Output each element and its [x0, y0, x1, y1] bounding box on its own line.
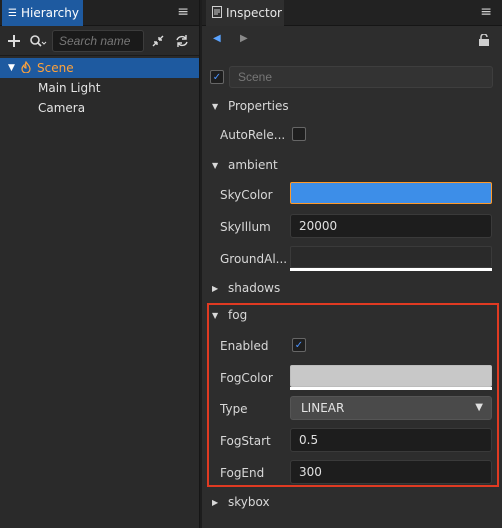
autorelease-checkbox[interactable] — [292, 127, 306, 141]
hierarchy-tabbar: ☰ Hierarchy ≡ — [0, 0, 199, 26]
inspector-tabbar: Inspector ≡ — [202, 0, 502, 26]
tree-item-label: Scene — [37, 61, 74, 75]
section-skybox[interactable]: ▶ skybox — [212, 492, 270, 512]
collapse-arrow-icon: ▼ — [212, 101, 219, 111]
lock-icon[interactable] — [478, 33, 490, 49]
section-title: ambient — [228, 158, 278, 172]
scene-name-field[interactable]: Scene — [229, 66, 493, 88]
scene-icon — [20, 60, 34, 76]
back-arrow-icon[interactable]: ◀ — [213, 33, 221, 44]
prop-groundalbedo: GroundAl... — [220, 246, 494, 272]
expand-arrow-icon[interactable]: ▼ — [8, 63, 18, 73]
tree-item-scene[interactable]: ▼ Scene — [0, 58, 199, 78]
groundalbedo-swatch[interactable] — [290, 246, 492, 268]
forward-arrow-icon[interactable]: ▶ — [240, 33, 248, 44]
tab-inspector[interactable]: Inspector — [206, 0, 284, 26]
tree-item-main-light[interactable]: Main Light — [0, 78, 199, 98]
scene-name-row: ✓ Scene — [210, 66, 494, 90]
section-properties[interactable]: ▼ Properties — [212, 96, 289, 116]
skycolor-label: SkyColor — [220, 188, 273, 202]
inspector-toolbar: ◀ ▶ — [202, 26, 502, 54]
prop-autorelease: AutoRele... — [220, 122, 494, 148]
section-title: shadows — [228, 281, 281, 295]
tab-hierarchy[interactable]: ☰ Hierarchy — [2, 0, 83, 26]
section-ambient[interactable]: ▼ ambient — [212, 155, 278, 175]
tree-item-label: Main Light — [38, 81, 101, 95]
groundalbedo-alpha-bar — [290, 268, 492, 271]
prop-skycolor: SkyColor — [220, 182, 494, 208]
inspector-tab-label: Inspector — [226, 6, 282, 20]
section-title: skybox — [228, 495, 270, 509]
section-title: Properties — [228, 99, 289, 113]
autorelease-label: AutoRele... — [220, 128, 286, 142]
expand-arrow-icon: ▶ — [212, 283, 219, 293]
collapse-arrow-icon: ▼ — [212, 160, 219, 170]
hierarchy-tree: ▼ Scene Main Light Camera — [0, 56, 199, 118]
collapse-icon[interactable] — [148, 31, 168, 51]
scene-active-checkbox[interactable]: ✓ — [210, 70, 224, 84]
skyillum-input[interactable]: 20000 — [290, 214, 492, 238]
search-icon[interactable] — [28, 31, 48, 51]
hierarchy-tab-icon: ☰ — [8, 7, 17, 19]
hierarchy-toolbar: Search name — [0, 26, 199, 56]
inspector-tab-icon — [212, 5, 222, 21]
search-input[interactable]: Search name — [52, 29, 144, 52]
skyillum-label: SkyIllum — [220, 220, 271, 234]
section-shadows[interactable]: ▶ shadows — [212, 278, 280, 298]
tree-item-camera[interactable]: Camera — [0, 98, 199, 118]
hamburger-menu-icon[interactable]: ≡ — [177, 4, 189, 20]
fog-highlight-box — [207, 303, 499, 487]
refresh-icon[interactable] — [172, 31, 192, 51]
tree-item-label: Camera — [38, 101, 86, 115]
hamburger-menu-icon[interactable]: ≡ — [480, 4, 492, 20]
prop-skyillum: SkyIllum 20000 — [220, 214, 494, 240]
plus-icon[interactable] — [4, 31, 24, 51]
skycolor-swatch[interactable] — [290, 182, 492, 204]
expand-arrow-icon: ▶ — [212, 497, 219, 507]
groundalbedo-label: GroundAl... — [220, 252, 288, 266]
hierarchy-tab-label: Hierarchy — [20, 6, 79, 20]
hierarchy-panel: ☰ Hierarchy ≡ Search name ▼ Scene Main L… — [0, 0, 200, 528]
